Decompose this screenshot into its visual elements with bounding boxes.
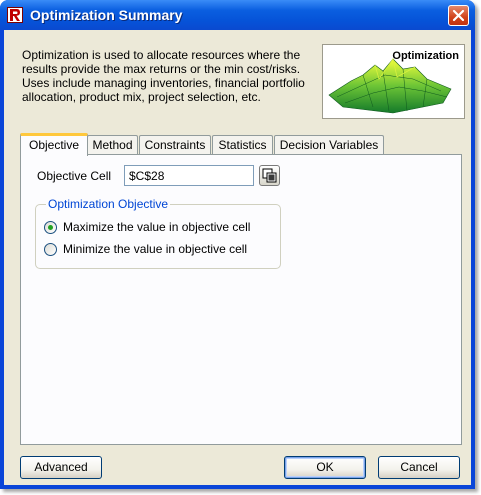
close-icon — [452, 9, 465, 22]
maximize-radio[interactable] — [44, 221, 57, 234]
advanced-button[interactable]: Advanced — [20, 456, 102, 479]
optimization-objective-group: Optimization Objective Maximize the valu… — [35, 197, 281, 269]
optimization-logo: Optimization — [322, 44, 465, 119]
ok-button[interactable]: OK — [284, 456, 366, 479]
description-text: Optimization is used to allocate resourc… — [22, 48, 305, 104]
logo-label: Optimization — [392, 50, 459, 62]
app-logo-icon — [7, 7, 23, 23]
tab-decision-variables[interactable]: Decision Variables — [274, 135, 384, 154]
tab-statistics[interactable]: Statistics — [212, 135, 273, 154]
window-title: Optimization Summary — [30, 7, 183, 23]
cell-reference-button[interactable] — [259, 165, 280, 186]
minimize-radio[interactable] — [44, 243, 57, 256]
title-bar[interactable]: Optimization Summary — [0, 0, 475, 30]
dialog-window: Optimization Summary Optimization is use… — [0, 0, 475, 489]
range-select-icon — [262, 168, 277, 183]
tab-constraints[interactable]: Constraints — [139, 135, 211, 154]
group-title: Optimization Objective — [46, 197, 171, 211]
maximize-label: Maximize the value in objective cell — [63, 220, 251, 234]
dialog-body: Optimization is used to allocate resourc… — [4, 30, 471, 485]
objective-cell-label: Objective Cell — [37, 169, 112, 183]
maximize-option[interactable]: Maximize the value in objective cell — [44, 220, 250, 234]
objective-tab-panel: Objective Cell Optimization Objective Ma… — [20, 154, 462, 445]
close-button[interactable] — [448, 5, 469, 26]
minimize-option[interactable]: Minimize the value in objective cell — [44, 242, 247, 256]
tab-objective[interactable]: Objective — [20, 133, 88, 156]
cancel-button[interactable]: Cancel — [378, 456, 460, 479]
tab-method[interactable]: Method — [87, 135, 138, 154]
objective-cell-input[interactable] — [124, 165, 254, 186]
minimize-label: Minimize the value in objective cell — [63, 242, 248, 256]
